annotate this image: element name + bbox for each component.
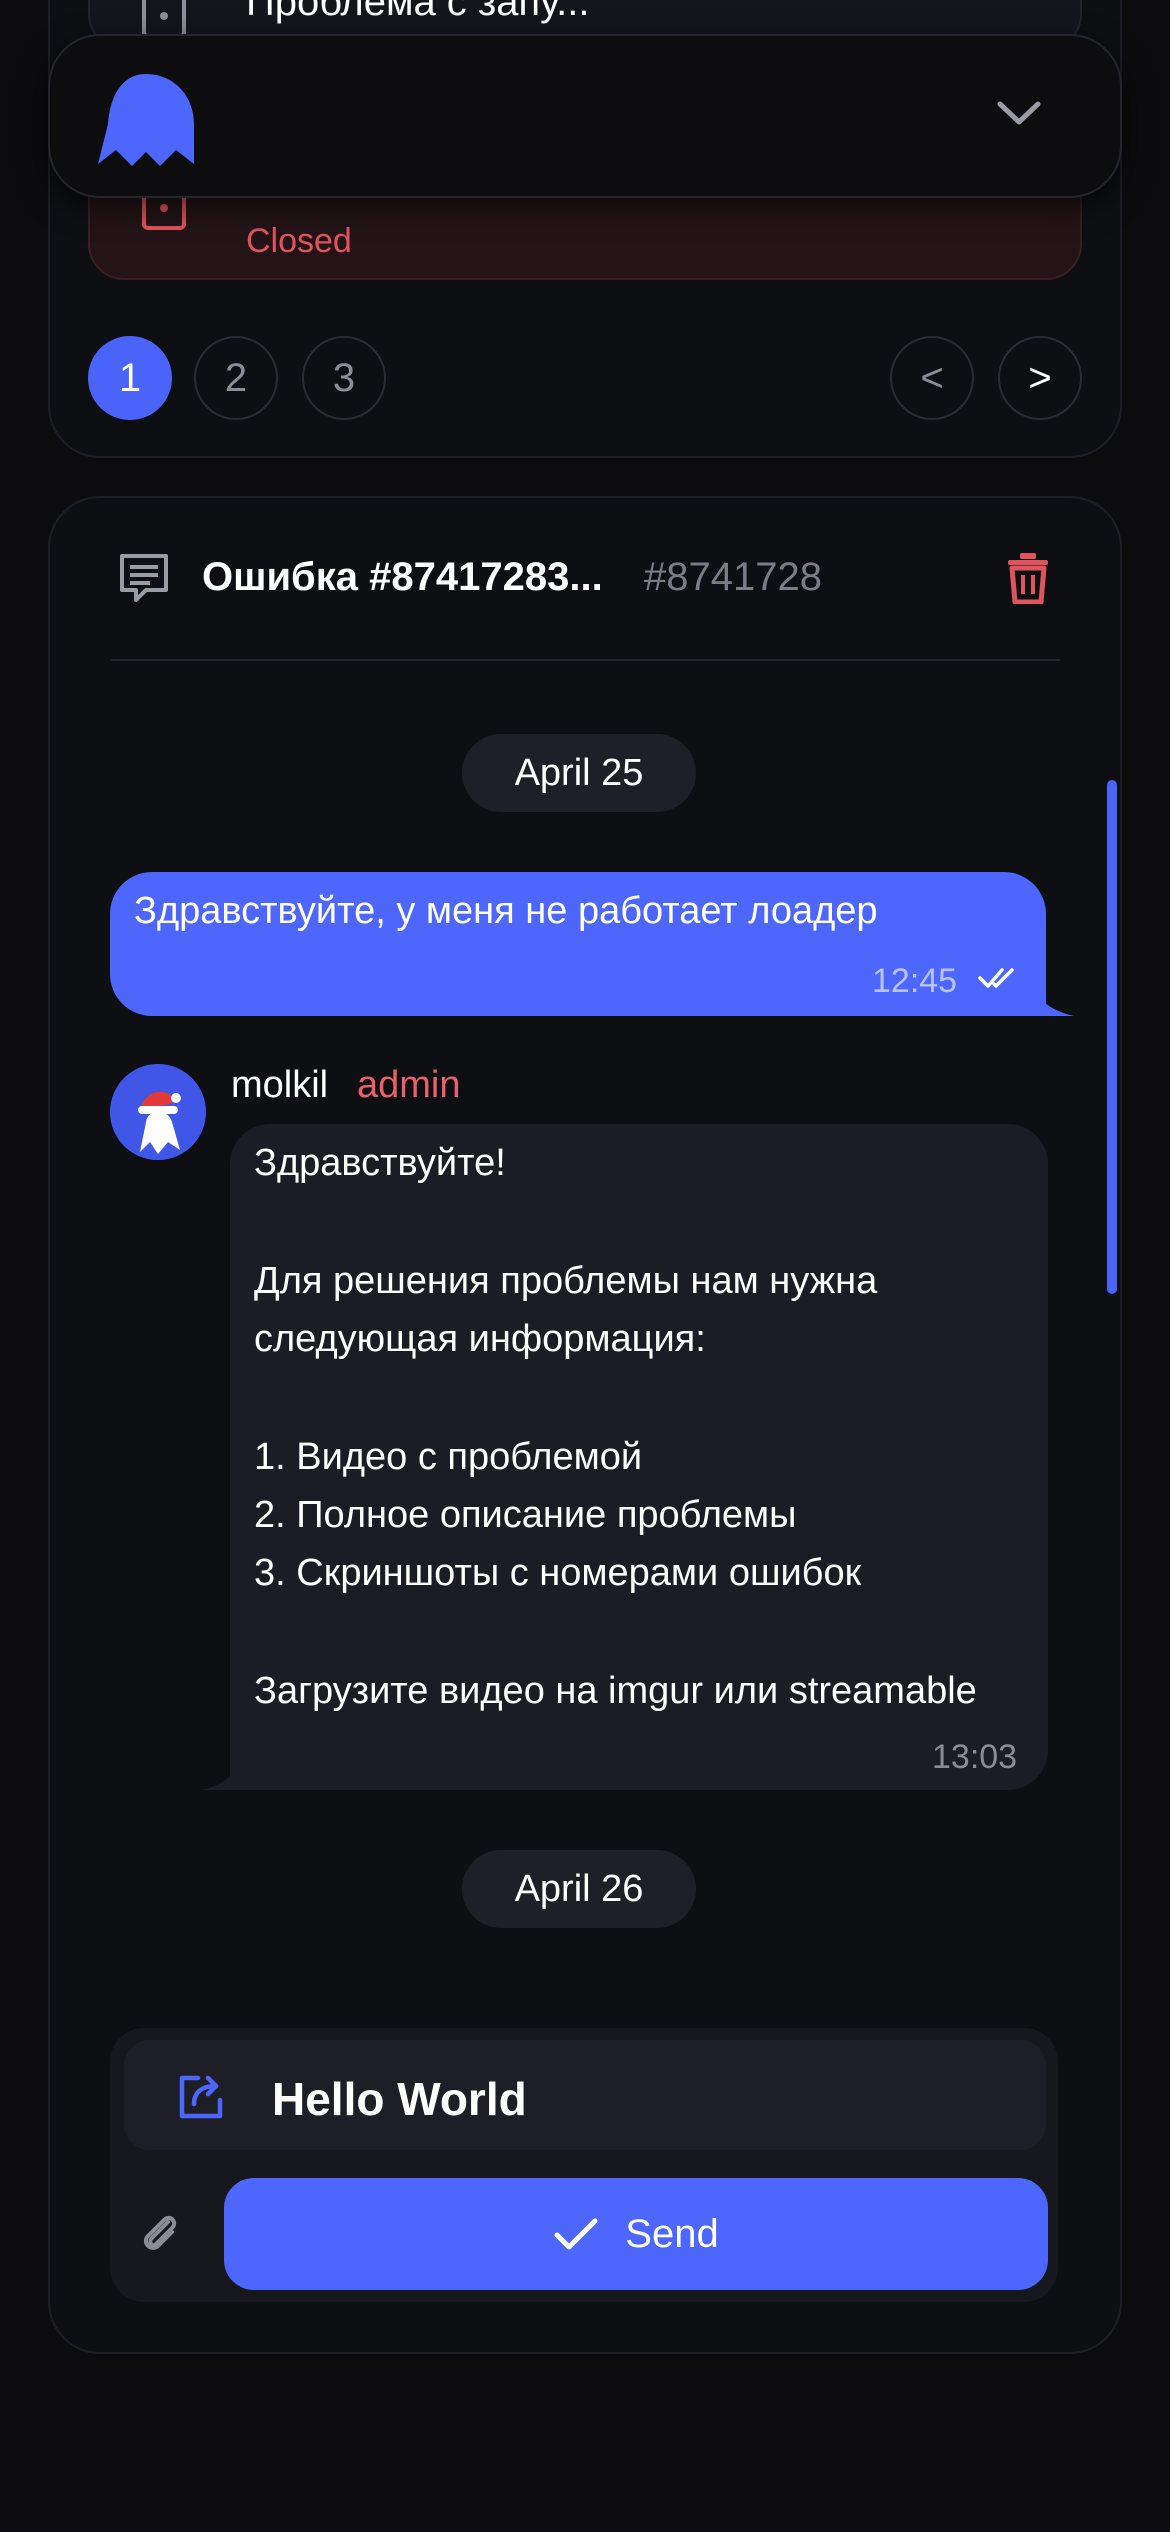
- chat-bubble-icon: [120, 554, 168, 602]
- send-button-label: Send: [625, 2211, 719, 2256]
- message-time: 12:45: [872, 962, 958, 1000]
- sender-role-badge: admin: [357, 1064, 461, 1106]
- ticket-status: Closed: [246, 222, 352, 260]
- double-check-icon: [978, 968, 1014, 988]
- message-input[interactable]: [124, 2040, 1046, 2150]
- message-line: 2. Полное описание проблемы: [254, 1494, 797, 1536]
- ticket-id: #8741728: [644, 555, 822, 599]
- ticket-title: Проблема с запу...: [246, 0, 590, 24]
- prev-page-button[interactable]: <: [890, 336, 974, 420]
- app-header: [48, 34, 1122, 198]
- ticket-icon: [142, 0, 186, 38]
- date-separator: April 26: [462, 1850, 696, 1928]
- header-divider: [110, 659, 1060, 661]
- date-separator: April 25: [462, 734, 696, 812]
- message-text: Здравствуйте, у меня не работает лоадер: [134, 890, 878, 932]
- paperclip-icon[interactable]: [138, 2210, 182, 2254]
- send-button[interactable]: Send: [224, 2178, 1048, 2290]
- scrollbar[interactable]: [1107, 780, 1117, 1294]
- page-button-1[interactable]: 1: [88, 336, 172, 420]
- chevron-down-icon[interactable]: [996, 98, 1042, 128]
- message-time: 13:03: [932, 1738, 1018, 1776]
- page-button-2[interactable]: 2: [194, 336, 278, 420]
- message-line: 3. Скриншоты с номерами ошибок: [254, 1552, 862, 1594]
- message-line: Для решения проблемы нам нужна: [254, 1260, 878, 1302]
- message-line: Здравствуйте!: [254, 1142, 506, 1184]
- message-line: следующая информация:: [254, 1318, 706, 1360]
- trash-icon[interactable]: [1006, 552, 1050, 604]
- message-input-value[interactable]: Hello World: [272, 2072, 527, 2126]
- check-icon: [554, 2218, 598, 2250]
- message-line: Загрузите видео на imgur или streamable: [254, 1670, 977, 1712]
- ghost-logo-icon[interactable]: [96, 72, 196, 168]
- share-icon[interactable]: [176, 2070, 228, 2122]
- bubble-tail: [1030, 980, 1074, 1016]
- sender-name: molkil: [231, 1064, 329, 1106]
- avatar[interactable]: [110, 1064, 206, 1160]
- chat-title: Ошибка #87417283...: [202, 555, 603, 599]
- message-line: 1. Видео с проблемой: [254, 1436, 643, 1478]
- bubble-tail: [202, 1754, 242, 1790]
- page-button-3[interactable]: 3: [302, 336, 386, 420]
- santa-ghost-avatar-icon: [110, 1064, 206, 1160]
- next-page-button[interactable]: >: [998, 336, 1082, 420]
